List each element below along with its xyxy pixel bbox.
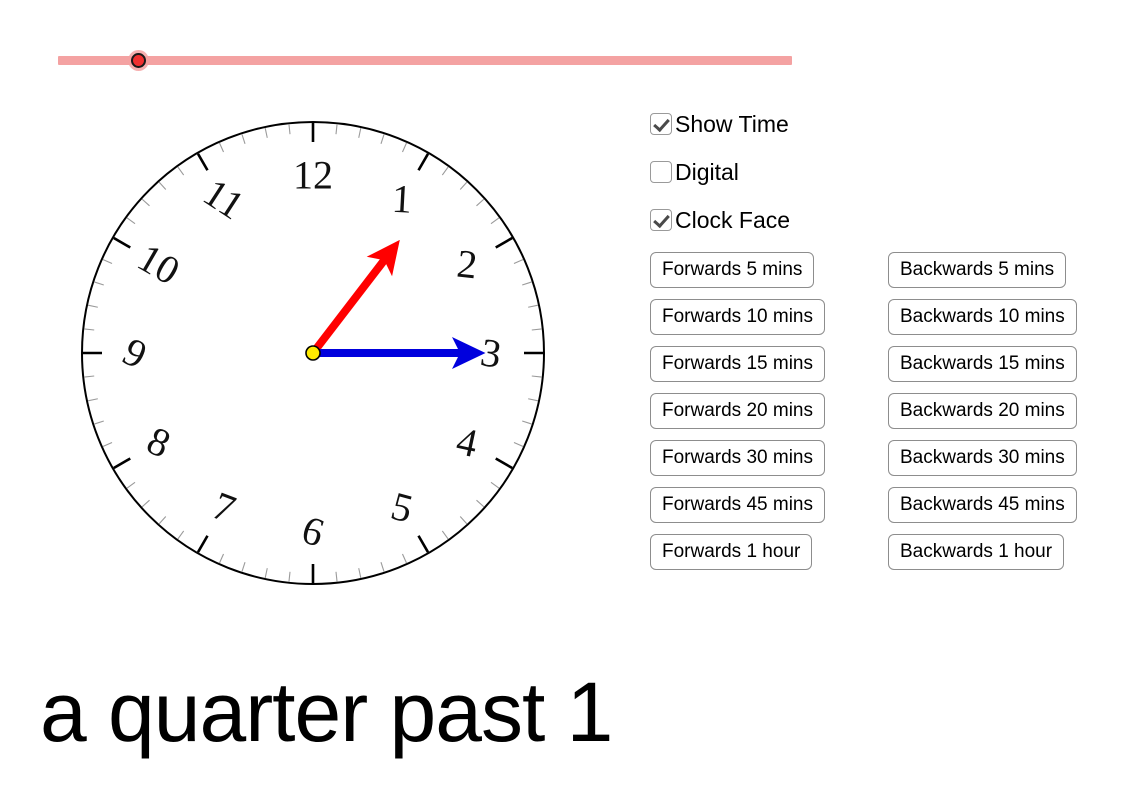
clock-numeral-1: 1	[391, 176, 413, 222]
forwards-30-mins-button[interactable]: Forwards 30 mins	[650, 440, 825, 476]
analog-clock[interactable]: 12 1 2 3 4 5 6 7 8 9 10 11	[74, 114, 552, 592]
time-readout-text: a quarter past 1	[40, 665, 613, 759]
show-time-label: Show Time	[675, 110, 789, 137]
time-slider-track[interactable]	[58, 56, 792, 65]
backwards-10-mins-button[interactable]: Backwards 10 mins	[888, 299, 1077, 335]
backwards-15-mins-button[interactable]: Backwards 15 mins	[888, 346, 1077, 382]
backwards-20-mins-button[interactable]: Backwards 20 mins	[888, 393, 1077, 429]
time-adjust-button-grid: Forwards 5 mins Backwards 5 mins Forward…	[650, 252, 1120, 570]
checkbox-row-show-time[interactable]: Show Time	[650, 108, 1120, 140]
show-time-checkbox[interactable]	[650, 113, 672, 135]
time-slider-row	[0, 0, 1128, 96]
forwards-20-mins-button[interactable]: Forwards 20 mins	[650, 393, 825, 429]
clock-face-checkbox[interactable]	[650, 209, 672, 231]
forwards-5-mins-button[interactable]: Forwards 5 mins	[650, 252, 815, 288]
backwards-30-mins-button[interactable]: Backwards 30 mins	[888, 440, 1077, 476]
checkbox-row-clock-face[interactable]: Clock Face	[650, 204, 1120, 236]
clock-center-pivot	[305, 345, 321, 361]
forwards-10-mins-button[interactable]: Forwards 10 mins	[650, 299, 825, 335]
time-slider-thumb[interactable]	[131, 53, 146, 68]
backwards-5-mins-button[interactable]: Backwards 5 mins	[888, 252, 1067, 288]
digital-checkbox[interactable]	[650, 161, 672, 183]
backwards-1-hour-button[interactable]: Backwards 1 hour	[888, 534, 1065, 570]
backwards-45-mins-button[interactable]: Backwards 45 mins	[888, 487, 1077, 523]
clock-face-label: Clock Face	[675, 206, 791, 233]
checkbox-row-digital[interactable]: Digital	[650, 156, 1120, 188]
clock-numeral-12: 12	[293, 153, 333, 198]
forwards-1-hour-button[interactable]: Forwards 1 hour	[650, 534, 813, 570]
controls-panel: Show Time Digital Clock Face Forwards 5 …	[650, 108, 1120, 570]
forwards-15-mins-button[interactable]: Forwards 15 mins	[650, 346, 825, 382]
digital-label: Digital	[675, 158, 739, 185]
forwards-45-mins-button[interactable]: Forwards 45 mins	[650, 487, 825, 523]
clock-face-svg: 121234567891011	[81, 121, 545, 585]
